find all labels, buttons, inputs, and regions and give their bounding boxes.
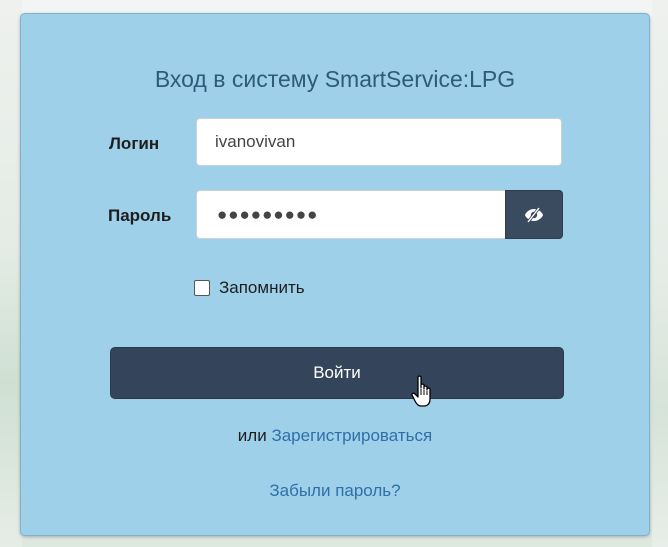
login-button[interactable]: Войти <box>110 347 564 399</box>
or-text: или <box>237 426 267 445</box>
toggle-password-visibility-button[interactable] <box>505 190 563 239</box>
register-line: или Зарегистрироваться <box>21 426 649 446</box>
forgot-password-link[interactable]: Забыли пароль? <box>269 481 400 500</box>
login-panel: Вход в систему SmartService:LPG Логин iv… <box>20 13 650 536</box>
hand-pointer-cursor-icon <box>411 375 431 407</box>
login-label: Логин <box>109 134 160 153</box>
background-left <box>0 0 22 547</box>
remember-label: Запомнить <box>219 278 305 297</box>
page-title: Вход в систему SmartService:LPG <box>154 66 516 92</box>
password-input[interactable]: ●●●●●●●●● <box>196 190 506 239</box>
background-right <box>652 0 668 547</box>
register-link[interactable]: Зарегистрироваться <box>271 426 432 445</box>
login-input[interactable]: ivanovivan <box>196 118 562 166</box>
remember-checkbox[interactable] <box>194 280 210 296</box>
remember-me[interactable]: Запомнить <box>194 278 305 298</box>
eye-slash-icon <box>525 206 543 223</box>
password-label: Пароль <box>108 206 172 225</box>
forgot-password-line: Забыли пароль? <box>21 481 649 501</box>
